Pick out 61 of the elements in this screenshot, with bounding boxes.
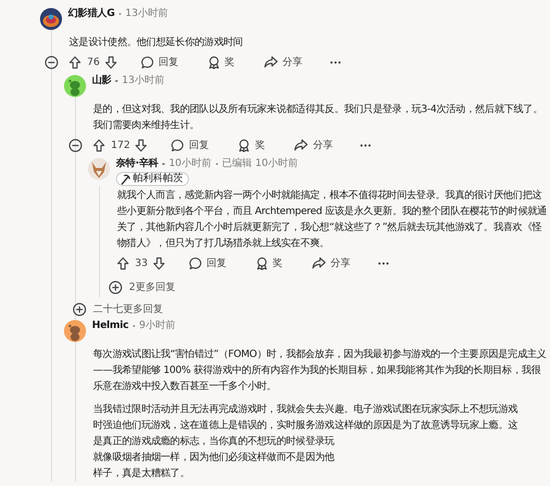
separator-dot: [216, 162, 218, 166]
plus-icon: [73, 302, 86, 316]
more-icon[interactable]: [378, 262, 389, 264]
reply-button[interactable]: 回复: [188, 256, 227, 270]
timestamp: 13小时前: [125, 8, 168, 20]
comment-text: 每次游戏试图让我“害怕错过”（FOMO）时，我都会放弃，因为我最初参与游戏的一个主要原因是完成主义——我希望能够 100% 获得游戏中的所有内容作为我的长期目标，如果我能将其作为我的长期目标，我很乐意在游戏中投入数百甚至一千多个小时。: [93, 348, 548, 394]
share-button[interactable]: 分享: [294, 138, 334, 152]
username[interactable]: 幻影猎人G: [68, 8, 115, 20]
award-button[interactable]: 奖: [208, 55, 235, 69]
downvote-icon[interactable]: [135, 138, 148, 152]
more-icon[interactable]: [360, 144, 372, 146]
downvote-icon[interactable]: [152, 256, 165, 270]
upvote-icon[interactable]: [93, 138, 105, 152]
username[interactable]: Helmic: [92, 320, 129, 332]
user-flair: 帕利科帕茨: [116, 172, 189, 186]
comment-text: 当我错过限时活动并且无法再完成游戏时，我就会失去兴趣。电子游戏试图在玩家实际上不想玩游戏 时强迫他们玩游戏，这在道德上是错误的，实时服务游戏这样做的原因是为了故意诱导玩家上瘾。这 是真正的游戏成瘾的标志，当你真的不想玩的时候登录玩 就像吸烟者抽烟一样，因为他们必须这样做而不是因为他 样子，真是太糟糕了。: [93, 402, 519, 481]
more-icon[interactable]: [330, 60, 341, 64]
comment-text: 是的，但这对我、我的团队以及所有玩家来说都适得其反。我们只是登录，玩3-4次活动，然后就下线了。我们需要肉来维持生计。: [93, 102, 544, 133]
vote-count: 76: [87, 56, 100, 68]
share-icon: [312, 257, 326, 269]
more-replies-link[interactable]: 2更多回复: [109, 276, 176, 298]
share-button[interactable]: 分享: [312, 256, 351, 270]
timestamp: 10小时前: [168, 158, 212, 170]
comment-text: 就我个人而言，感觉新内容一两个小时就能搞定，根本不值得花时间去登录。我真的很讨厌他们把这些小更新分散到各个平台，而且 Archtempered 应该是永久更新。我的整个团队在樱花节的时候就通关了，其他新内容几个小时后就更新完了，我心想“就这些了？”然后就去玩其他游戏了。我喜欢《怪物猎人》，但只为了打几场猎杀就上线实在不爽。: [117, 188, 548, 251]
collapse-icon[interactable]: [45, 56, 58, 68]
username[interactable]: 山影: [92, 75, 112, 87]
comment-icon: [140, 56, 154, 68]
comment-icon: [188, 256, 202, 270]
timestamp: 9小时前: [139, 320, 176, 332]
upvote-icon[interactable]: [69, 56, 81, 68]
award-icon: [208, 56, 220, 68]
more-replies-link[interactable]: 二十七更多回复: [73, 298, 163, 320]
username[interactable]: 奈特·辛科: [116, 158, 158, 170]
vote-count: 33: [135, 258, 148, 268]
collapse-icon[interactable]: [69, 138, 82, 152]
vote-count: 172: [111, 140, 130, 150]
pickaxe-icon: [120, 174, 131, 184]
share-button[interactable]: 分享: [264, 55, 303, 69]
award-icon: [256, 256, 268, 270]
avatar-icon: [88, 158, 110, 180]
separator-dot: [118, 12, 122, 16]
comment-text: 这是设计使然。他们想延长你的游戏时间: [69, 36, 244, 50]
separator-dot: [162, 162, 165, 166]
reply-button[interactable]: 回复: [140, 55, 179, 69]
downvote-icon[interactable]: [104, 56, 117, 68]
avatar-icon: [40, 8, 62, 30]
reply-button[interactable]: 回复: [171, 138, 210, 152]
upvote-icon[interactable]: [117, 256, 129, 270]
share-icon: [294, 139, 308, 151]
plus-icon: [109, 280, 122, 294]
timestamp: 13小时前: [122, 75, 165, 87]
award-button[interactable]: 奖: [256, 256, 283, 270]
avatar-icon: [64, 75, 86, 97]
avatar-icon: [64, 320, 86, 342]
comment-icon: [171, 138, 184, 152]
separator-dot: [115, 80, 118, 82]
share-icon: [264, 56, 278, 68]
award-icon: [238, 138, 250, 152]
separator-dot: [132, 324, 136, 328]
edited-label: 已编辑 10小时前: [222, 158, 298, 170]
award-button[interactable]: 奖: [238, 138, 266, 152]
